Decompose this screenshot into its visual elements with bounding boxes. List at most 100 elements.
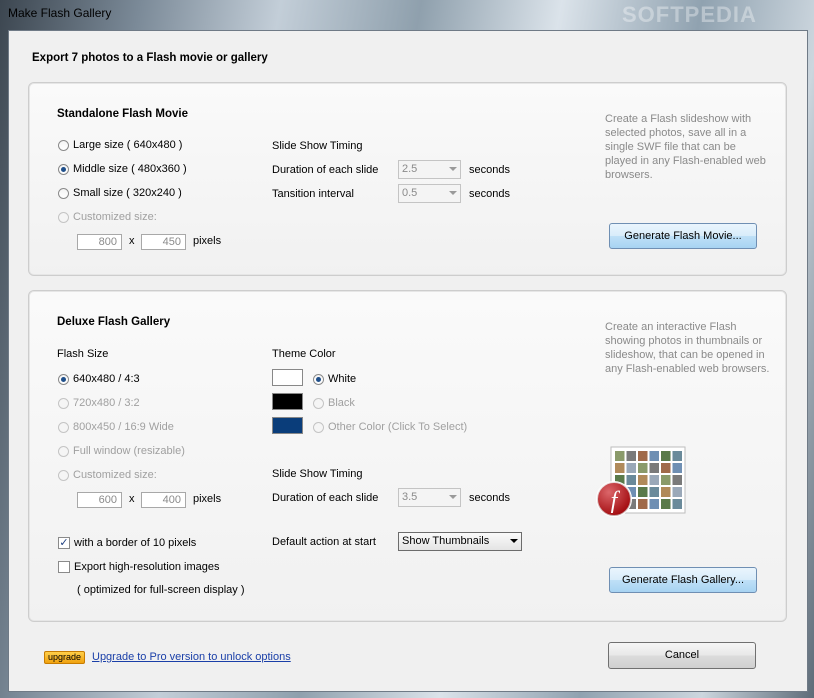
movie-duration-unit: seconds — [469, 164, 510, 176]
thumbnail-cell — [672, 463, 682, 473]
movie-size-label-large: Large size ( 640x480 ) — [73, 139, 183, 151]
thumbnail-cell — [649, 451, 659, 461]
thumbnail-cell — [638, 475, 648, 485]
movie-interval-unit: seconds — [469, 188, 510, 200]
generate-flash-movie-button[interactable]: Generate Flash Movie... — [609, 223, 757, 249]
gallery-panel: Deluxe Flash Gallery Flash Size 640x480 … — [28, 290, 787, 622]
thumbnail-cell — [626, 451, 636, 461]
dialog-heading: Export 7 photos to a Flash movie or gall… — [32, 52, 268, 64]
gallery-size-label-640: 640x480 / 4:3 — [73, 373, 140, 385]
movie-interval-select[interactable]: 0.5 — [398, 184, 461, 203]
thumbnail-cell — [661, 487, 671, 497]
chevron-down-icon — [449, 191, 457, 195]
thumbnail-cell — [638, 499, 648, 509]
thumbnail-cell — [615, 451, 625, 461]
movie-size-label-custom: Customized size: — [73, 211, 157, 223]
movie-interval-value: 0.5 — [402, 187, 418, 199]
thumbnail-cell — [672, 487, 682, 497]
movie-interval-label: Tansition interval — [272, 188, 354, 200]
check-icon: ✓ — [59, 537, 69, 549]
thumbnail-cell — [661, 499, 671, 509]
thumbnail-cell — [649, 487, 659, 497]
chevron-down-icon — [510, 539, 518, 543]
chevron-down-icon — [449, 495, 457, 499]
gallery-height-input[interactable]: 400 — [141, 492, 186, 508]
thumbnail-cell — [638, 487, 648, 497]
gallery-size-radio-720[interactable] — [58, 398, 69, 409]
theme-label-other: Other Color (Click To Select) — [328, 421, 468, 433]
theme-label-white: White — [328, 373, 357, 385]
thumbnail-cell — [672, 475, 682, 485]
gallery-panel-title: Deluxe Flash Gallery — [57, 316, 171, 328]
gallery-duration-label: Duration of each slide — [272, 492, 379, 504]
theme-radio-white[interactable] — [313, 374, 324, 385]
gallery-size-radio-custom[interactable] — [58, 470, 69, 481]
gallery-size-label-fullwindow: Full window (resizable) — [73, 445, 185, 457]
thumbnail-cell — [672, 451, 682, 461]
chevron-down-icon — [449, 167, 457, 171]
gallery-size-radio-fullwindow[interactable] — [58, 446, 69, 457]
gallery-size-radio-800[interactable] — [58, 422, 69, 433]
movie-duration-select[interactable]: 2.5 — [398, 160, 461, 179]
movie-duration-value: 2.5 — [402, 163, 418, 175]
gallery-times-label: x — [129, 493, 135, 505]
gallery-description: Create an interactive Flash showing phot… — [605, 321, 770, 375]
movie-size-radio-custom[interactable] — [58, 212, 69, 223]
movie-panel-title: Standalone Flash Movie — [57, 108, 188, 120]
theme-label-black: Black — [328, 397, 355, 409]
gallery-duration-select[interactable]: 3.5 — [398, 488, 461, 507]
movie-size-radio-large[interactable] — [58, 140, 69, 151]
theme-swatch-black[interactable] — [272, 393, 303, 410]
movie-size-radio-middle[interactable] — [58, 164, 69, 175]
default-action-select[interactable]: Show Thumbnails — [398, 532, 522, 551]
movie-times-label: x — [129, 235, 135, 247]
cancel-button[interactable]: Cancel — [608, 642, 756, 669]
thumbnail-cell — [615, 463, 625, 473]
default-action-label: Default action at start — [272, 536, 376, 548]
thumbnail-cell — [638, 463, 648, 473]
thumbnail-cell — [649, 463, 659, 473]
gallery-width-input[interactable]: 600 — [77, 492, 122, 508]
gallery-duration-unit: seconds — [469, 492, 510, 504]
upgrade-badge: upgrade — [44, 651, 86, 664]
theme-radio-other[interactable] — [313, 422, 324, 433]
upgrade-link[interactable]: Upgrade to Pro version to unlock options — [92, 651, 291, 663]
movie-timing-title: Slide Show Timing — [272, 140, 363, 152]
border-checkbox-label: with a border of 10 pixels — [74, 537, 197, 549]
hires-checkbox[interactable] — [58, 561, 70, 573]
hires-checkbox-label: Export high-resolution images — [74, 561, 220, 573]
theme-radio-black[interactable] — [313, 398, 324, 409]
dialog-client: Export 7 photos to a Flash movie or gall… — [8, 30, 808, 692]
thumbnail-cell — [661, 463, 671, 473]
movie-width-input[interactable]: 800 — [77, 234, 122, 250]
gallery-size-title: Flash Size — [57, 348, 109, 360]
watermark: SOFTPEDIA — [622, 2, 757, 27]
thumbnail-cell — [638, 451, 648, 461]
default-action-value: Show Thumbnails — [402, 535, 490, 547]
theme-color-title: Theme Color — [272, 348, 336, 360]
theme-swatch-white[interactable] — [272, 369, 303, 386]
movie-height-input[interactable]: 450 — [141, 234, 186, 250]
thumbnail-cell — [626, 463, 636, 473]
border-checkbox[interactable]: ✓ — [58, 537, 70, 549]
gallery-size-label-800: 800x450 / 16:9 Wide — [73, 421, 174, 433]
movie-size-label-small: Small size ( 320x240 ) — [73, 187, 182, 199]
movie-pixels-label: pixels — [193, 235, 222, 247]
thumbnail-cell — [626, 475, 636, 485]
flash-gallery-thumbnail-icon: f — [589, 441, 689, 521]
theme-swatch-other[interactable] — [272, 417, 303, 434]
gallery-size-radio-640[interactable] — [58, 374, 69, 385]
gallery-size-label-custom: Customized size: — [73, 469, 157, 481]
thumbnail-cell — [672, 499, 682, 509]
movie-size-label-middle: Middle size ( 480x360 ) — [73, 163, 187, 175]
generate-flash-gallery-button[interactable]: Generate Flash Gallery... — [609, 567, 757, 593]
movie-description: Create a Flash slideshow with selected p… — [605, 113, 766, 181]
title-bar: Make Flash Gallery SOFTPEDIA — [0, 0, 814, 28]
gallery-pixels-label: pixels — [193, 493, 222, 505]
movie-duration-label: Duration of each slide — [272, 164, 379, 176]
hires-note: ( optimized for full-screen display ) — [77, 584, 245, 596]
thumbnail-cell — [661, 475, 671, 485]
movie-size-radio-small[interactable] — [58, 188, 69, 199]
thumbnail-cell — [649, 499, 659, 509]
window-title: Make Flash Gallery — [8, 6, 112, 20]
